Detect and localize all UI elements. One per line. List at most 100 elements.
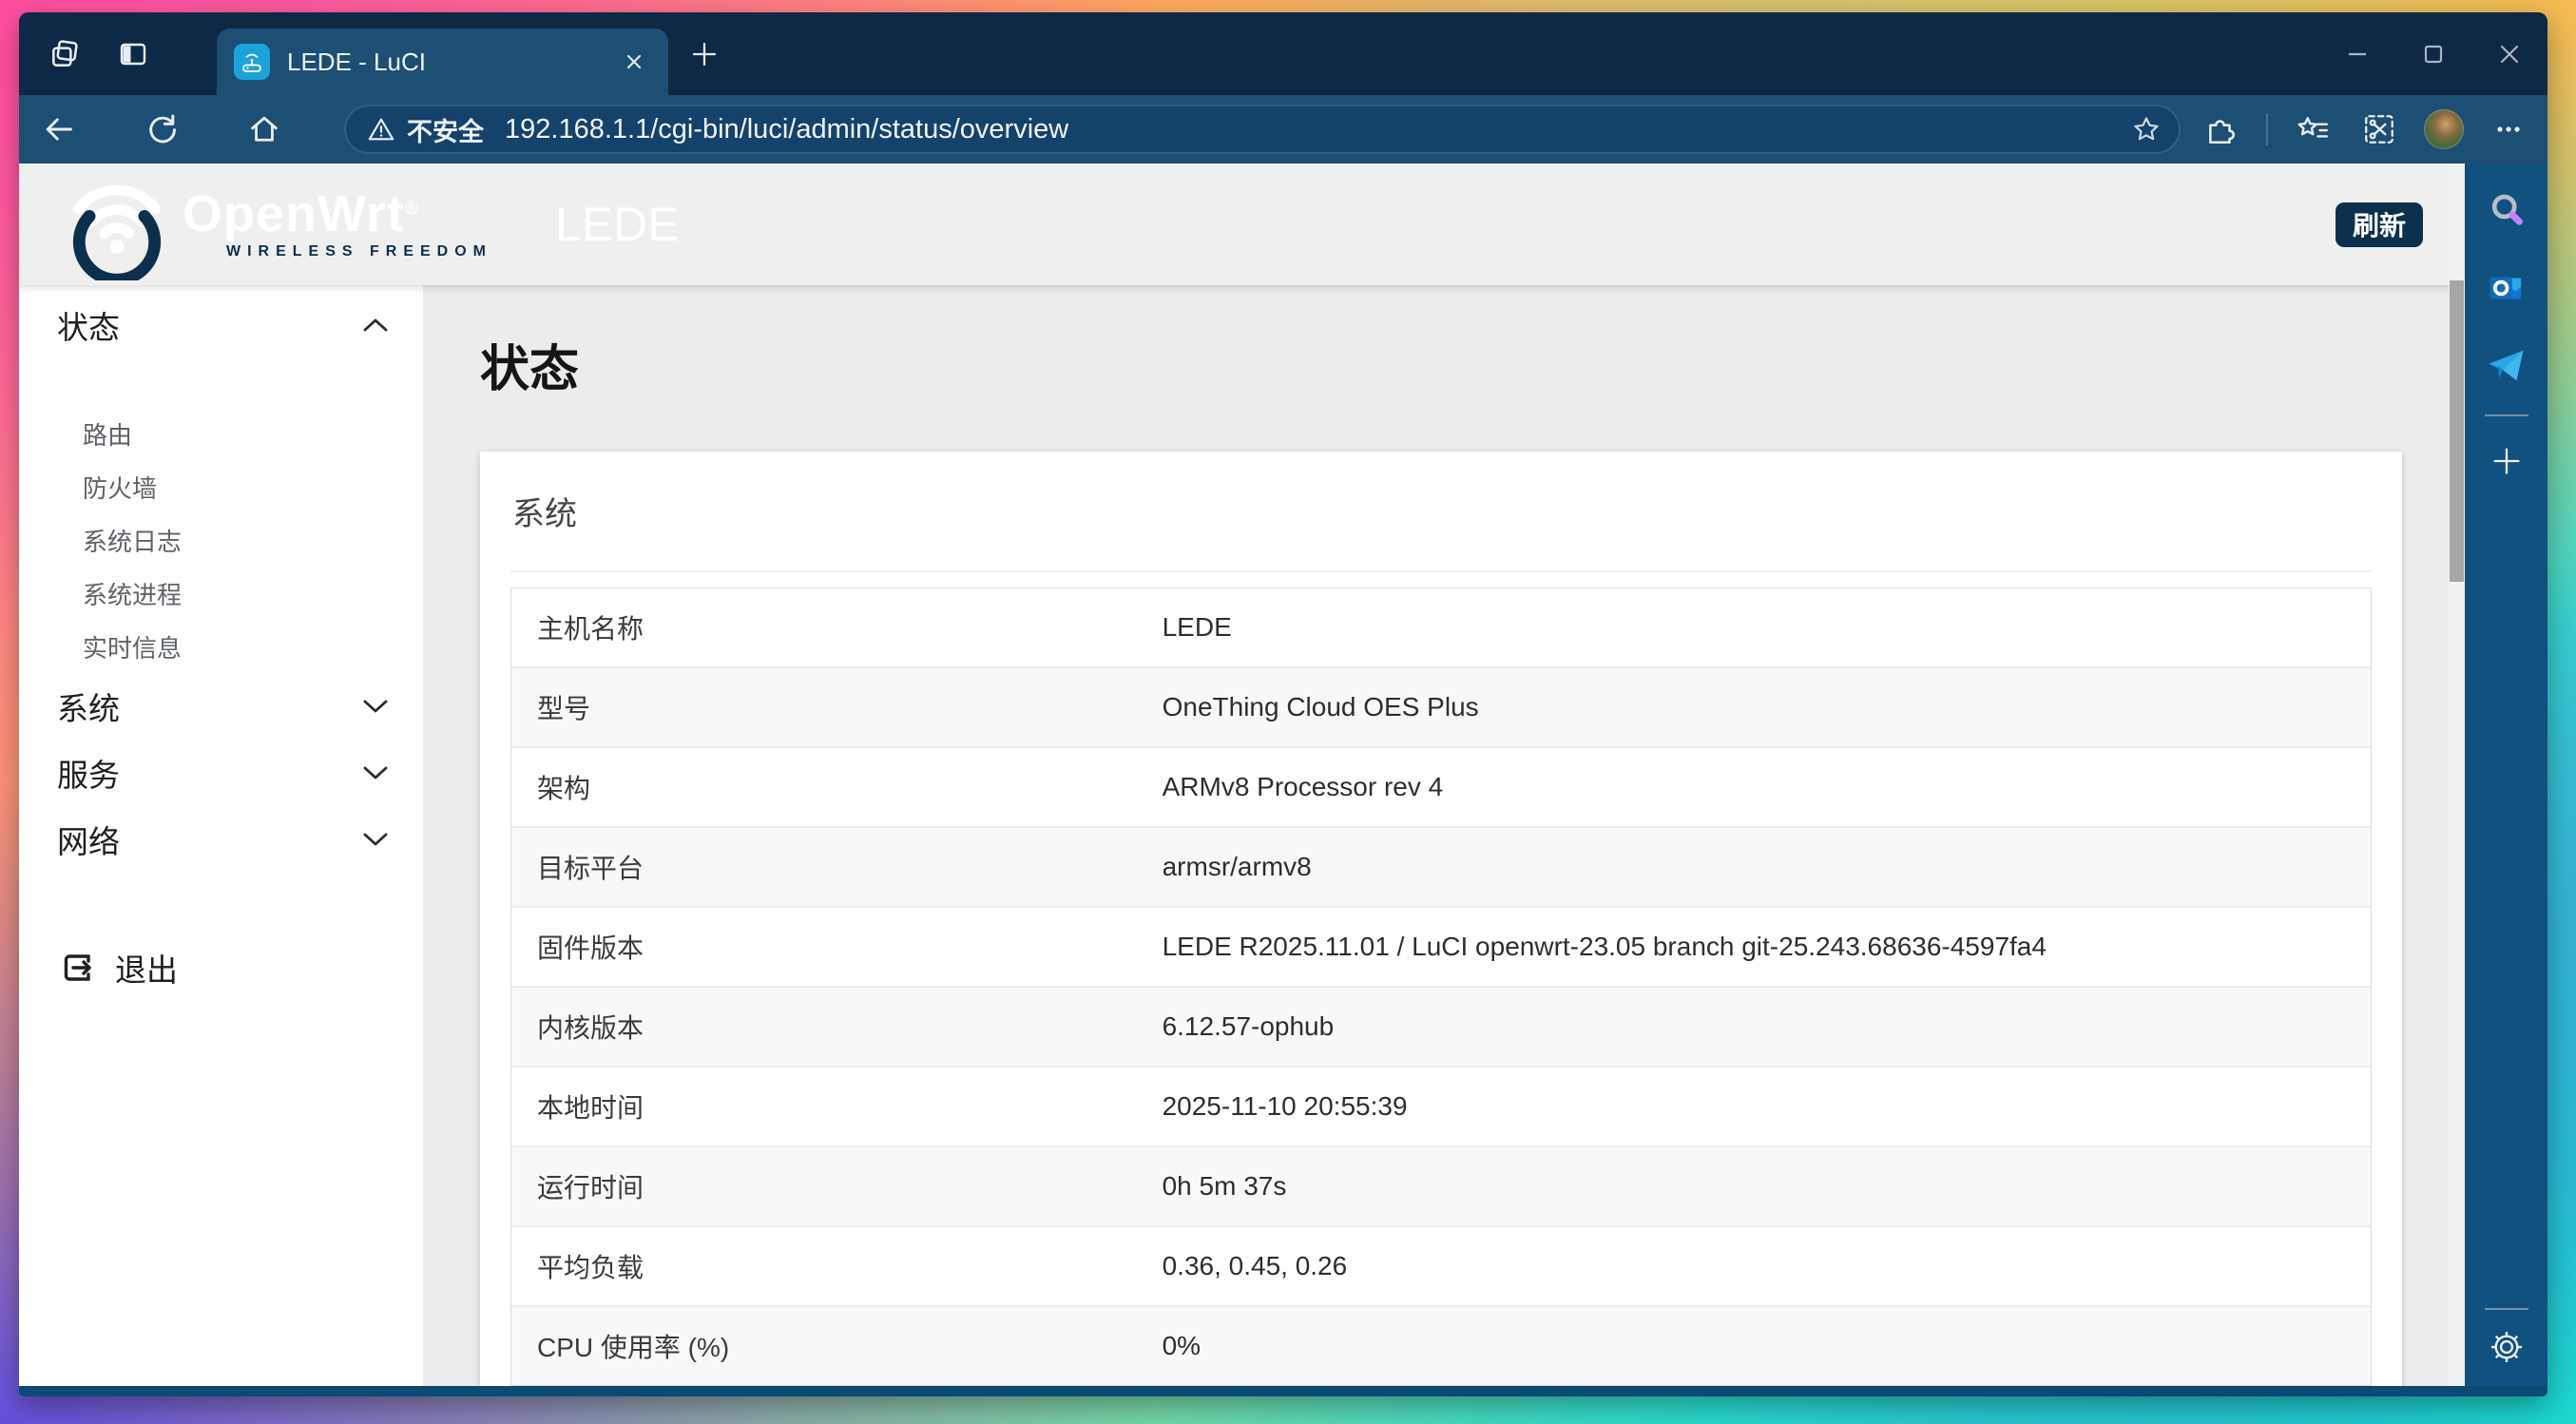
row-value: LEDE R2025.11.01 / LuCI openwrt-23.05 br… [1162, 932, 2047, 961]
security-label[interactable]: 不安全 [407, 111, 484, 148]
table-row-target: 目标平台 armsr/armv8 [511, 826, 2371, 906]
browser-window: LEDE - LuCI 不安全 192.168.1.1/cgi-bin/luci… [19, 12, 2547, 1396]
openwrt-logo-text: OpenWrt® WIRELESS FREEDOM [183, 188, 492, 260]
chevron-down-icon [363, 766, 388, 779]
row-value: 0% [1162, 1331, 1201, 1360]
table-row-localtime: 本地时间 2025-11-10 20:55:39 [511, 1066, 2371, 1145]
row-label: 内核版本 [537, 1013, 644, 1043]
status-subnav: 路由 防火墙 系统日志 系统进程 实时信息 [19, 407, 423, 673]
page-title: 状态 [480, 342, 580, 397]
logout-button[interactable]: 退出 [19, 941, 423, 994]
nav-group-label: 服务 [57, 758, 120, 793]
registered-mark: ® [405, 199, 419, 219]
nav-item-syslog[interactable]: 系统日志 [19, 513, 423, 567]
logout-label: 退出 [115, 953, 178, 988]
refresh-page-button[interactable]: 刷新 [2335, 202, 2423, 247]
row-label: 运行时间 [537, 1173, 644, 1203]
row-label: CPU 使用率 (%) [537, 1333, 730, 1362]
home-icon[interactable] [241, 106, 287, 152]
new-tab-button[interactable] [683, 33, 725, 75]
row-value: OneThing Cloud OES Plus [1162, 692, 1479, 722]
table-row-kernel: 内核版本 6.12.57-ophub [511, 986, 2371, 1066]
tab-favicon-router-icon [234, 44, 270, 80]
sidebar-search-icon[interactable] [2485, 188, 2528, 232]
row-label: 本地时间 [537, 1093, 644, 1123]
collections-favorites-icon[interactable] [2291, 107, 2335, 151]
toolbar-right-icons [2200, 107, 2530, 151]
row-value: 0h 5m 37s [1162, 1171, 1287, 1201]
chevron-down-icon [363, 833, 388, 846]
back-icon[interactable] [36, 106, 82, 152]
bookmark-star-icon[interactable] [2131, 114, 2162, 144]
system-card: 系统 主机名称 LEDE 型号 OneThing Cloud OES Plus [480, 452, 2402, 1386]
table-row-hostname: 主机名称 LEDE [511, 588, 2371, 666]
luci-body: 状态 路由 防火墙 系统日志 系统进程 实时信息 系统 服务 网络 退出 状态 … [19, 285, 2465, 1386]
table-row-cpu: CPU 使用率 (%) 0% [511, 1305, 2371, 1385]
security-warning-icon [368, 118, 394, 141]
table-row-uptime: 运行时间 0h 5m 37s [511, 1145, 2371, 1225]
chevron-up-icon [363, 318, 388, 332]
tab-title: LEDE - LuCI [287, 47, 426, 76]
nav-item-routes[interactable]: 路由 [19, 407, 423, 460]
row-label: 架构 [537, 774, 591, 803]
nav-group-label: 网络 [57, 824, 120, 859]
browser-content-area: OpenWrt® WIRELESS FREEDOM LEDE 刷新 状态 路由 … [19, 164, 2547, 1386]
sidebar-add-icon[interactable] [2485, 439, 2528, 483]
edge-sidebar [2465, 164, 2547, 1386]
table-row-firmware: 固件版本 LEDE R2025.11.01 / LuCI openwrt-23.… [511, 906, 2371, 986]
minimize-button[interactable] [2319, 12, 2395, 95]
row-label: 主机名称 [537, 614, 644, 644]
scrollbar-thumb[interactable] [2450, 280, 2464, 582]
row-label: 型号 [537, 694, 591, 723]
row-label: 固件版本 [537, 933, 644, 963]
row-label: 平均负载 [537, 1253, 644, 1282]
nav-item-realtime[interactable]: 实时信息 [19, 620, 423, 673]
refresh-icon[interactable] [139, 106, 184, 152]
tab-actions-icon[interactable] [48, 37, 82, 71]
nav-group-label: 系统 [57, 691, 120, 726]
maximize-button[interactable] [2395, 12, 2471, 95]
url-text[interactable]: 192.168.1.1/cgi-bin/luci/admin/status/ov… [505, 114, 1068, 145]
toolbar-divider [2266, 113, 2268, 145]
nav-group-network[interactable]: 网络 [19, 806, 423, 873]
brand-name: OpenWrt [183, 185, 405, 242]
close-window-button[interactable] [2471, 12, 2547, 95]
browser-menu-dots-icon[interactable] [2487, 107, 2530, 151]
brand-tagline: WIRELESS FREEDOM [226, 243, 493, 260]
nav-group-services[interactable]: 服务 [19, 740, 423, 806]
tab-close-icon[interactable] [617, 45, 651, 79]
address-bar[interactable]: 不安全 192.168.1.1/cgi-bin/luci/admin/statu… [344, 105, 2181, 154]
chevron-down-icon [363, 700, 388, 713]
row-value: 0.36, 0.45, 0.26 [1162, 1251, 1348, 1280]
table-row-model: 型号 OneThing Cloud OES Plus [511, 666, 2371, 746]
nav-group-system[interactable]: 系统 [19, 673, 423, 740]
window-controls [2319, 12, 2547, 95]
vertical-tabs-icon[interactable] [116, 37, 150, 71]
sidebar-telegram-icon[interactable] [2485, 344, 2528, 388]
browser-tab[interactable]: LEDE - LuCI [217, 29, 668, 95]
row-label: 目标平台 [537, 854, 644, 883]
screenshot-snip-icon[interactable] [2357, 107, 2401, 151]
row-value: ARMv8 Processor rev 4 [1162, 772, 1444, 801]
profile-avatar[interactable] [2424, 109, 2464, 149]
row-value: 6.12.57-ophub [1162, 1011, 1335, 1041]
openwrt-logo-mark-icon [72, 184, 162, 280]
sidebar-divider [2484, 1308, 2528, 1310]
nav-group-status[interactable]: 状态 [19, 300, 423, 350]
row-value: 2025-11-10 20:55:39 [1162, 1091, 1408, 1121]
system-section-title: 系统 [512, 496, 577, 532]
browser-titlebar: LEDE - LuCI [19, 12, 2547, 95]
nav-item-processes[interactable]: 系统进程 [19, 567, 423, 620]
system-table: 主机名称 LEDE 型号 OneThing Cloud OES Plus 架构 … [510, 587, 2372, 1386]
page-scrollbar[interactable] [2449, 164, 2465, 1386]
browser-toolbar: 不安全 192.168.1.1/cgi-bin/luci/admin/statu… [19, 95, 2547, 164]
extensions-puzzle-icon[interactable] [2200, 107, 2243, 151]
openwrt-logo[interactable]: OpenWrt® WIRELESS FREEDOM [55, 168, 492, 280]
sidebar-outlook-icon[interactable] [2485, 266, 2528, 310]
sidebar-divider [2484, 414, 2528, 416]
sidebar-settings-gear-icon[interactable] [2485, 1325, 2528, 1369]
logout-icon [64, 954, 91, 981]
row-value: armsr/armv8 [1162, 852, 1312, 881]
luci-sidebar: 状态 路由 防火墙 系统日志 系统进程 实时信息 系统 服务 网络 退出 [19, 285, 423, 1386]
nav-item-firewall[interactable]: 防火墙 [19, 460, 423, 513]
